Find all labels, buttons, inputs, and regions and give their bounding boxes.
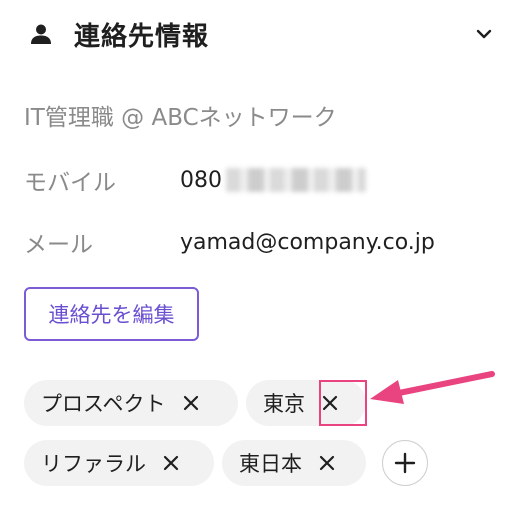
tag-label: プロスペクト <box>41 392 166 416</box>
close-icon[interactable] <box>156 448 186 478</box>
person-icon <box>28 21 54 47</box>
mobile-number: 080 <box>180 167 222 193</box>
email-row: メール yamad@company.co.jp <box>24 222 435 262</box>
section-title: 連絡先情報 <box>74 21 210 52</box>
mobile-row: モバイル 080 <box>24 160 366 200</box>
tag-label: 東日本 <box>239 452 302 476</box>
job-title: IT管理職 @ ABCネットワーク <box>24 105 337 131</box>
edit-contact-button[interactable]: 連絡先を編集 <box>24 287 199 341</box>
email-value[interactable]: yamad@company.co.jp <box>180 230 435 255</box>
plus-icon <box>394 452 416 474</box>
redacted-blur <box>226 168 366 192</box>
email-label: メール <box>24 232 93 258</box>
close-icon[interactable] <box>312 448 342 478</box>
mobile-label: モバイル <box>24 170 116 196</box>
add-tag-button[interactable] <box>382 440 428 486</box>
tag-label: 東京 <box>263 392 305 416</box>
annotation-arrow-icon <box>370 371 495 404</box>
tag-east-japan: 東日本 <box>222 440 366 486</box>
tag-prospect: プロスペクト <box>24 380 238 426</box>
tag-label: リファラル <box>41 452 146 476</box>
tag-referral: リファラル <box>24 440 214 486</box>
close-icon[interactable] <box>176 388 206 418</box>
section-header[interactable]: 連絡先情報 <box>28 14 498 54</box>
mobile-value: 080 <box>180 168 366 193</box>
chevron-down-icon[interactable] <box>472 22 496 46</box>
contact-info-panel: 連絡先情報 IT管理職 @ ABCネットワーク モバイル 080 メール yam… <box>0 0 516 520</box>
